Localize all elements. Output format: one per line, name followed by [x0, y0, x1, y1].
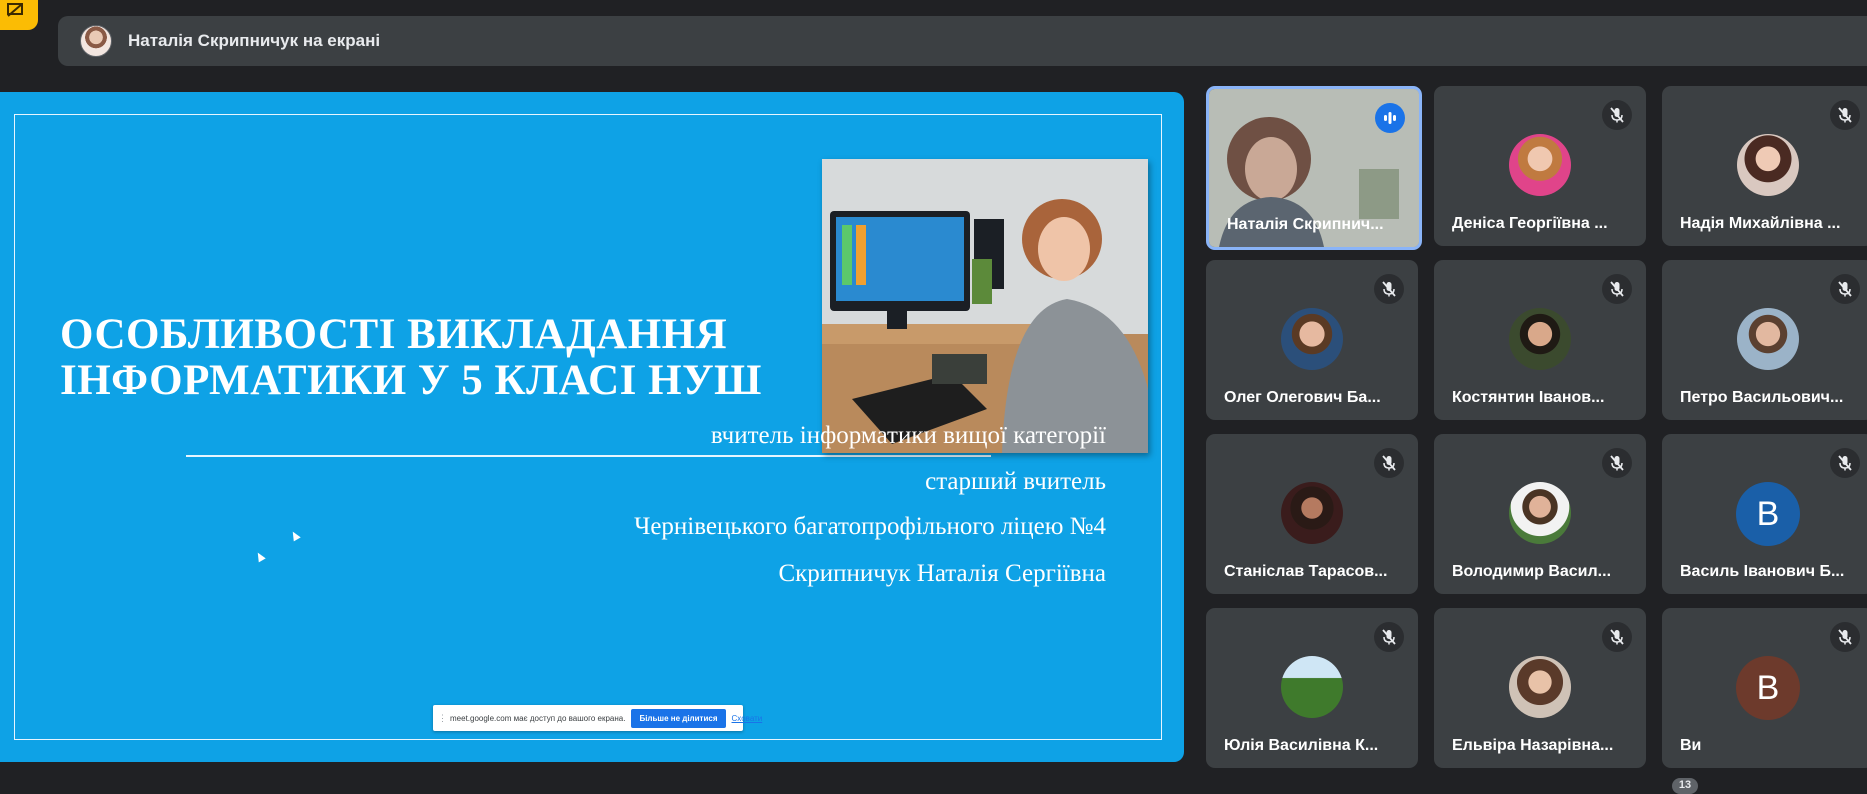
participant-name: Надія Михайлівна ...	[1680, 215, 1841, 232]
participant-tile-2[interactable]: Деніса Георгіївна ...	[1434, 86, 1646, 246]
participant-avatar	[1281, 308, 1343, 370]
participant-avatar	[1737, 134, 1799, 196]
mic-off-icon	[1830, 448, 1860, 478]
participant-tile-10[interactable]: Юлія Василівна К...	[1206, 608, 1418, 768]
audio-level-icon	[1384, 112, 1396, 124]
participant-name: Василь Іванович Б...	[1680, 563, 1845, 580]
present-icon	[7, 3, 23, 17]
participant-tile-self[interactable]: В Ви	[1662, 608, 1867, 768]
participant-tile-5[interactable]: Костянтин Іванов...	[1434, 260, 1646, 420]
participant-name: Станіслав Тарасов...	[1224, 563, 1388, 580]
participant-name: Костянтин Іванов...	[1452, 389, 1605, 406]
participant-initial-avatar: В	[1736, 482, 1800, 546]
participant-initial-avatar: В	[1736, 656, 1800, 720]
participant-name: Ельвіра Назарівна...	[1452, 737, 1614, 754]
participant-tile-1[interactable]: Наталія Скрипнич...	[1206, 86, 1422, 250]
mic-off-icon	[1602, 622, 1632, 652]
participant-name: Ви	[1680, 737, 1702, 754]
teacher-photo-illustration	[822, 159, 1148, 453]
participant-tile-4[interactable]: Олег Олегович Ба...	[1206, 260, 1418, 420]
slide-line-author: Скрипничук Наталія Сергіївна	[778, 560, 1106, 587]
participant-name: Наталія Скрипнич...	[1227, 216, 1384, 233]
participant-tile-9[interactable]: В Василь Іванович Б...	[1662, 434, 1867, 594]
screen-share-notification: ⋮ meet.google.com має доступ до вашого е…	[433, 705, 762, 731]
participant-tile-6[interactable]: Петро Васильович...	[1662, 260, 1867, 420]
participant-tile-3[interactable]: Надія Михайлівна ...	[1662, 86, 1867, 246]
slide-title: ОСОБЛИВОСТІ ВИКЛАДАННЯ ІНФОРМАТИКИ У 5 К…	[60, 312, 780, 404]
slide-line-position: вчитель інформатики вищої категорії	[710, 422, 1106, 449]
participant-name: Юлія Василівна К...	[1224, 737, 1379, 754]
mic-off-icon	[1830, 622, 1860, 652]
share-message: meet.google.com має доступ до вашого екр…	[450, 713, 626, 723]
mic-off-icon	[1374, 622, 1404, 652]
slide-photo	[822, 159, 1148, 453]
mic-off-icon	[1374, 274, 1404, 304]
more-participants-badge[interactable]: 13	[1672, 778, 1698, 794]
presenter-bar: Наталія Скрипничук на екрані	[58, 16, 1867, 66]
screen-share-indicator[interactable]	[0, 0, 38, 30]
drag-handle-icon[interactable]: ⋮	[438, 713, 447, 724]
participant-tile-11[interactable]: Ельвіра Назарівна...	[1434, 608, 1646, 768]
slide-line-school: Чернівецького багатопрофільного ліцею №4	[634, 513, 1106, 540]
speaking-indicator	[1375, 103, 1405, 133]
mic-off-icon	[1602, 274, 1632, 304]
presenter-avatar	[80, 25, 112, 57]
participant-avatar	[1509, 308, 1571, 370]
participant-avatar	[1281, 482, 1343, 544]
slide-divider	[186, 455, 991, 457]
participant-avatar	[1509, 134, 1571, 196]
mic-off-icon	[1830, 100, 1860, 130]
mic-off-icon	[1602, 100, 1632, 130]
mic-off-icon	[1602, 448, 1632, 478]
mic-off-icon	[1830, 274, 1860, 304]
stop-sharing-button[interactable]: Більше не ділитися	[631, 708, 726, 728]
presenter-label: Наталія Скрипничук на екрані	[128, 31, 381, 50]
participant-avatar	[1509, 482, 1571, 544]
participant-avatar	[1281, 656, 1343, 718]
participant-tile-7[interactable]: Станіслав Тарасов...	[1206, 434, 1418, 594]
hide-link[interactable]: Сховати	[732, 714, 763, 723]
slide-title-line-2: ІНФОРМАТИКИ У 5 КЛАСІ НУШ	[60, 357, 762, 404]
participant-avatar	[1737, 308, 1799, 370]
participant-tile-8[interactable]: Володимир Васил...	[1434, 434, 1646, 594]
participant-avatar	[1509, 656, 1571, 718]
mic-off-icon	[1374, 448, 1404, 478]
slide-line-title: старший вчитель	[925, 468, 1106, 495]
participant-name: Олег Олегович Ба...	[1224, 389, 1381, 406]
participant-name: Петро Васильович...	[1680, 389, 1844, 406]
slide-title-line-1: ОСОБЛИВОСТІ ВИКЛАДАННЯ	[60, 311, 728, 358]
participant-name: Деніса Георгіївна ...	[1452, 215, 1608, 232]
shared-screen[interactable]: ОСОБЛИВОСТІ ВИКЛАДАННЯ ІНФОРМАТИКИ У 5 К…	[0, 92, 1184, 762]
participant-name: Володимир Васил...	[1452, 563, 1612, 580]
